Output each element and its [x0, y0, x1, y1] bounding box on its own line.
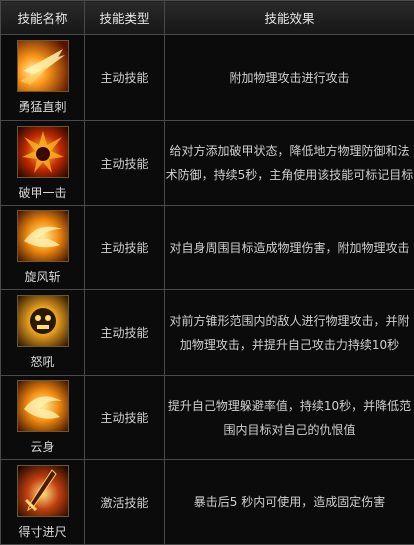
skills-table: 技能名称 技能类型 技能效果 勇猛直刺 主动技能 附加物理攻击进行攻击 [0, 0, 414, 545]
table-row: 怒吼 主动技能 对前方锥形范围内的敌人进行物理攻击，并附加物理攻击，并提升自己攻… [1, 290, 414, 376]
skill-effect: 给对方添加破甲状态，降低地方物理防御和法术防御，持续5秒，主角使用该技能可标记目… [165, 121, 414, 206]
skill-type: 主动技能 [85, 35, 165, 121]
table-row: 旋风斩 主动技能 对自身周围目标造成物理伤害，附加物理攻击 [1, 206, 414, 290]
whirlwind-slash-icon [17, 210, 69, 262]
table-row: 勇猛直刺 主动技能 附加物理攻击进行攻击 [1, 35, 414, 121]
skill-type: 激活技能 [85, 460, 165, 545]
charging-thrust-icon [17, 40, 69, 92]
skill-effect: 对自身周围目标造成物理伤害，附加物理攻击 [165, 206, 414, 290]
skill-name: 破甲一击 [1, 184, 84, 201]
skill-type: 主动技能 [85, 121, 165, 206]
skill-name: 得寸进尺 [1, 523, 84, 540]
skill-name: 勇猛直刺 [1, 98, 84, 115]
armor-break-icon [17, 126, 69, 178]
skill-effect: 对前方锥形范围内的敌人进行物理攻击，并附加物理攻击，并提升自己攻击力持续10秒 [165, 290, 414, 376]
skill-name: 旋风斩 [1, 268, 84, 285]
roar-icon [17, 295, 69, 347]
skill-name: 怒吼 [1, 353, 84, 370]
press-advantage-icon [17, 465, 69, 517]
skill-type: 主动技能 [85, 290, 165, 376]
skill-cell: 旋风斩 [1, 206, 85, 290]
skill-effect: 附加物理攻击进行攻击 [165, 35, 414, 121]
skill-effect: 提升自己物理躲避率值，持续10秒，并降低范围内目标对自己的仇恨值 [165, 376, 414, 460]
cloud-body-icon [17, 380, 69, 432]
table-row: 云身 主动技能 提升自己物理躲避率值，持续10秒，并降低范围内目标对自己的仇恨值 [1, 376, 414, 460]
skill-cell: 破甲一击 [1, 121, 85, 206]
table-header-row: 技能名称 技能类型 技能效果 [1, 1, 414, 35]
skill-type: 主动技能 [85, 376, 165, 460]
skill-effect: 暴击后5 秒内可使用，造成固定伤害 [165, 460, 414, 545]
header-skill-name: 技能名称 [1, 1, 85, 35]
skill-cell: 得寸进尺 [1, 460, 85, 545]
skill-type: 主动技能 [85, 206, 165, 290]
skill-cell: 勇猛直刺 [1, 35, 85, 121]
table-row: 得寸进尺 激活技能 暴击后5 秒内可使用，造成固定伤害 [1, 460, 414, 545]
header-skill-type: 技能类型 [85, 1, 165, 35]
skill-name: 云身 [1, 438, 84, 455]
table-row: 破甲一击 主动技能 给对方添加破甲状态，降低地方物理防御和法术防御，持续5秒，主… [1, 121, 414, 206]
skill-cell: 云身 [1, 376, 85, 460]
header-skill-effect: 技能效果 [165, 1, 414, 35]
skill-cell: 怒吼 [1, 290, 85, 376]
